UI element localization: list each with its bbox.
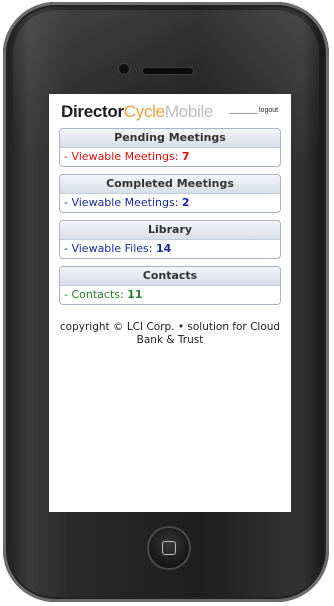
panel-library[interactable]: Library - Viewable Files: 14 — [59, 220, 281, 259]
panel-title: Contacts — [60, 267, 280, 286]
panel-contacts[interactable]: Contacts - Contacts: 11 — [59, 266, 281, 305]
logo-part-director: Director — [61, 102, 124, 121]
copyright-footer: copyright © LCI Corp. • solution for Clo… — [59, 321, 281, 346]
panel-title: Library — [60, 221, 280, 240]
row-label: - Viewable Meetings: — [64, 150, 182, 163]
library-files-link[interactable]: - Viewable Files: 14 — [60, 240, 280, 258]
app-header: DirectorCycleMobile logout — [49, 94, 291, 128]
panel-pending-meetings[interactable]: Pending Meetings - Viewable Meetings: 7 — [59, 128, 281, 167]
logo-part-cycle: Cycle — [123, 102, 165, 121]
completed-meetings-link[interactable]: - Viewable Meetings: 2 — [60, 194, 280, 212]
earpiece-speaker-icon — [143, 68, 193, 74]
row-count: 14 — [155, 242, 172, 255]
pending-meetings-link[interactable]: - Viewable Meetings: 7 — [60, 148, 280, 166]
app-screen: DirectorCycleMobile logout Pending Meeti… — [49, 94, 291, 512]
front-camera-icon — [119, 64, 129, 74]
home-button-icon[interactable] — [149, 528, 189, 568]
contacts-link[interactable]: - Contacts: 11 — [60, 286, 280, 304]
row-count: 7 — [181, 150, 190, 163]
home-square-glyph — [162, 541, 176, 555]
row-label: - Contacts: — [64, 288, 128, 301]
row-label: - Viewable Meetings: — [64, 196, 182, 209]
logout-link[interactable]: logout — [259, 107, 278, 114]
header-divider — [229, 113, 257, 114]
logo-part-mobile: Mobile — [164, 102, 214, 121]
row-label: - Viewable Files: — [64, 242, 156, 255]
panel-completed-meetings[interactable]: Completed Meetings - Viewable Meetings: … — [59, 174, 281, 213]
phone-frame: DirectorCycleMobile logout Pending Meeti… — [3, 2, 329, 602]
row-count: 2 — [181, 196, 190, 209]
row-count: 11 — [127, 288, 143, 301]
panel-title: Completed Meetings — [60, 175, 280, 194]
app-logo: DirectorCycleMobile — [61, 102, 213, 122]
panel-title: Pending Meetings — [60, 129, 280, 148]
